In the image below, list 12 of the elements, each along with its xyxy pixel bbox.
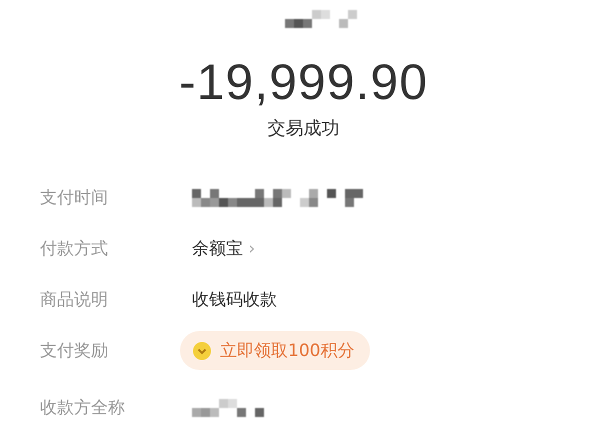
field-label: 支付奖励 xyxy=(40,340,109,362)
field-value: 收钱码收款 xyxy=(192,289,277,311)
field-label: 支付时间 xyxy=(40,187,109,209)
pixelated-mark xyxy=(284,10,356,28)
field-label: 收款方全称 xyxy=(40,397,126,419)
coin-icon xyxy=(192,340,212,360)
payment-method-link[interactable]: 余额宝 › xyxy=(192,237,256,260)
amount-text: -19,999.90 xyxy=(178,54,430,110)
field-label: 付款方式 xyxy=(40,238,109,260)
field-label: 商品说明 xyxy=(40,289,109,311)
status-text: 交易成功 xyxy=(266,117,340,140)
pixelated-mark xyxy=(192,398,264,416)
